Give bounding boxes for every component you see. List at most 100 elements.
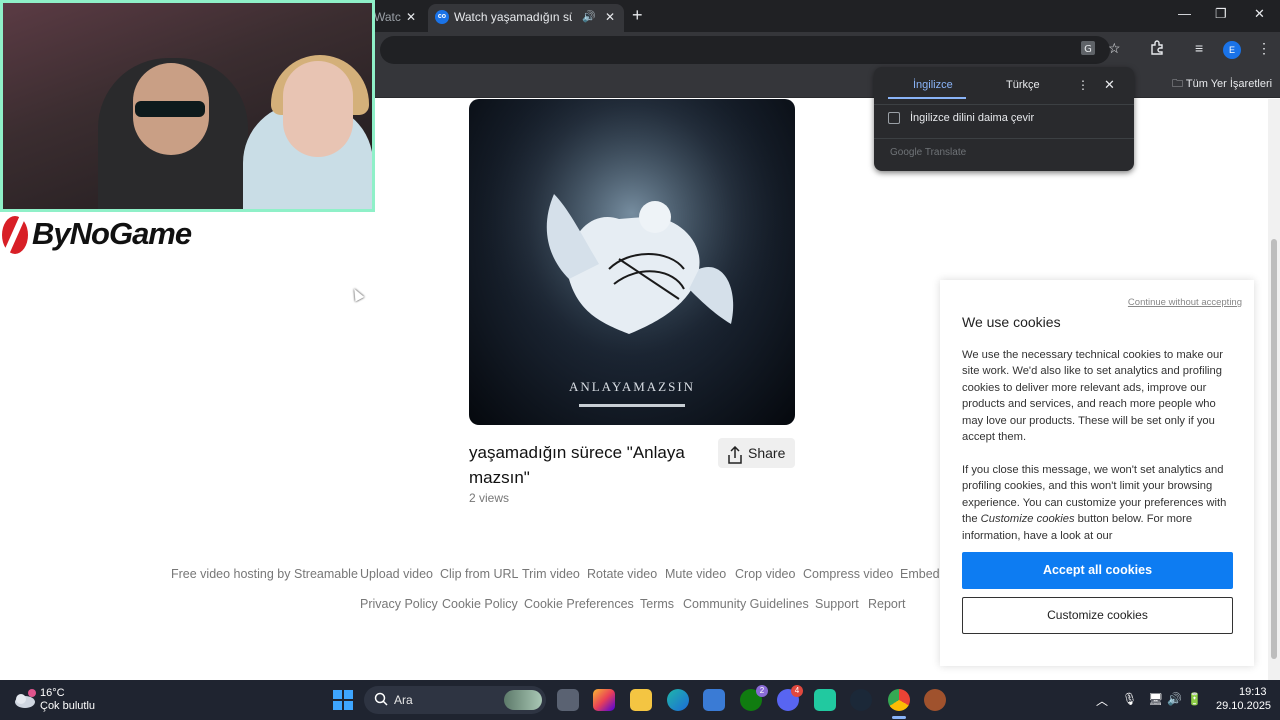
battery-icon[interactable]: 🔋	[1187, 692, 1202, 706]
bynogame-wordmark: ByNoGame	[32, 216, 192, 251]
google-translate-credit: Google Translate	[890, 147, 967, 158]
accept-all-cookies-button[interactable]: Accept all cookies	[962, 552, 1233, 589]
dove-artwork	[469, 99, 795, 425]
svg-text:G: G	[1084, 44, 1092, 55]
video-player[interactable]: ANLAYAMAZSIN	[469, 99, 795, 425]
divider	[874, 104, 1134, 105]
file-explorer-icon[interactable]	[630, 689, 652, 711]
game-app-icon[interactable]	[814, 689, 836, 711]
tab-active-close-icon[interactable]: ✕	[605, 4, 615, 30]
volume-icon[interactable]: 🔊	[1167, 692, 1182, 706]
cookie-paragraph-1: We use the necessary technical cookies t…	[962, 349, 1223, 444]
footer-link[interactable]: Compress video	[803, 567, 893, 581]
all-bookmarks-label: Tüm Yer İşaretleri	[1185, 78, 1273, 90]
footer-link[interactable]: Report	[868, 597, 906, 611]
mouse-cursor-icon	[349, 286, 365, 302]
network-icon[interactable]: 🖥	[1148, 692, 1163, 706]
windows-start-icon[interactable]	[333, 690, 353, 710]
translate-popup: İngilizce Türkçe ⋮ ✕ İngilizce dilini da…	[874, 67, 1134, 171]
footer-link[interactable]: Community Guidelines	[683, 597, 809, 611]
task-view-icon[interactable]	[557, 689, 579, 711]
footer-link[interactable]: Terms	[640, 597, 674, 611]
translate-more-icon[interactable]: ⋮	[1077, 78, 1089, 92]
tab-inactive-title: Watc	[374, 10, 401, 24]
footer-link[interactable]: Crop video	[735, 567, 795, 581]
sunglasses	[135, 101, 205, 117]
cookie-consent-panel: Continue without accepting We use cookie…	[940, 280, 1254, 666]
all-bookmarks-link[interactable]: 🗀 Tüm Yer İşaretleri	[1172, 75, 1272, 94]
cookie-paragraph-2-emphasis: Customize cookies	[980, 513, 1075, 526]
footer-link[interactable]: Upload video	[360, 567, 433, 581]
folder-icon: 🗀	[1172, 78, 1183, 90]
translate-tab-indicator	[888, 97, 966, 99]
guest-face	[283, 61, 353, 157]
microphone-icon[interactable]: 🎙	[1122, 692, 1137, 706]
share-button[interactable]: Share	[718, 438, 795, 468]
translate-close-icon[interactable]: ✕	[1104, 77, 1115, 93]
tab-active-title: Watch yaşamadığın sürece	[454, 10, 572, 24]
edge-icon[interactable]	[667, 689, 689, 711]
tray-overflow-chevron-icon[interactable]: ︿	[1096, 692, 1108, 709]
clock-time[interactable]: 19:13	[1239, 686, 1267, 698]
tab-audio-icon[interactable]: 🔊	[582, 4, 596, 30]
footer-link[interactable]: Clip from URL	[440, 567, 519, 581]
steam-icon[interactable]	[850, 689, 872, 711]
share-icon	[727, 444, 743, 474]
footer-link[interactable]: Cookie Preferences	[524, 597, 634, 611]
footer-link[interactable]: Rotate video	[587, 567, 657, 581]
footer-link[interactable]: Free video hosting by Streamable	[171, 567, 358, 581]
tab-inactive[interactable]: Watc ✕	[370, 4, 426, 30]
thumbnail-caption: ANLAYAMAZSIN	[568, 379, 696, 394]
divider	[874, 138, 1134, 139]
video-views: 2 views	[469, 491, 510, 505]
cookie-paragraph-2: If you close this message, we won't set …	[962, 462, 1238, 544]
translate-icon[interactable]: G	[1080, 40, 1096, 59]
share-label: Share	[748, 445, 786, 461]
maximize-icon[interactable]: ❐	[1215, 6, 1227, 22]
bookmark-star-icon[interactable]: ☆	[1108, 40, 1121, 57]
webcam-overlay	[0, 0, 375, 212]
customize-cookies-button[interactable]: Customize cookies	[962, 597, 1233, 634]
menu-kebab-icon[interactable]: ⋮	[1257, 40, 1271, 57]
avatar-app-icon[interactable]	[924, 689, 946, 711]
continue-without-accepting-link[interactable]: Continue without accepting	[1128, 297, 1242, 308]
cookie-title: We use cookies	[962, 314, 1061, 330]
footer-link[interactable]: Trim video	[522, 567, 580, 581]
copilot-icon[interactable]	[593, 689, 615, 711]
active-app-indicator	[892, 716, 906, 719]
video-title: yaşamadığın sürece "Anlaya mazsın"	[469, 443, 685, 487]
address-bar[interactable]	[380, 36, 1110, 64]
chrome-icon[interactable]	[888, 689, 910, 711]
search-highlight-image	[504, 690, 542, 710]
always-translate-checkbox[interactable]	[888, 112, 900, 124]
translate-tab-source[interactable]: İngilizce	[913, 79, 953, 91]
extensions-icon[interactable]	[1150, 40, 1165, 58]
translate-tab-target[interactable]: Türkçe	[1006, 79, 1040, 91]
tab-active[interactable]: co Watch yaşamadığın sürece 🔊 ✕	[428, 4, 624, 32]
media-controls-icon[interactable]: ≡	[1195, 40, 1203, 56]
footer-link[interactable]: Support	[815, 597, 859, 611]
footer-link[interactable]: Mute video	[665, 567, 726, 581]
search-placeholder: Ara	[394, 693, 413, 707]
minimize-icon[interactable]: —	[1178, 6, 1191, 21]
footer-link[interactable]: Embed	[900, 567, 940, 581]
streamable-favicon-icon: co	[435, 10, 449, 24]
tab-inactive-close-icon[interactable]: ✕	[406, 4, 416, 30]
store-icon[interactable]	[703, 689, 725, 711]
search-icon	[374, 692, 388, 711]
weather-temp: 16°C	[40, 687, 65, 699]
close-window-icon[interactable]: ✕	[1254, 6, 1265, 22]
weather-cloud-icon[interactable]	[12, 688, 36, 710]
always-translate-label[interactable]: İngilizce dilini daima çevir	[910, 112, 1034, 124]
footer-link[interactable]: Cookie Policy	[442, 597, 518, 611]
taskbar-search[interactable]: Ara	[364, 686, 546, 714]
taskbar: 16°C Çok bulutlu Ara 2 4 ︿ 🎙 🖥 🔊 🔋 19:13…	[0, 680, 1280, 720]
footer-link[interactable]: Privacy Policy	[360, 597, 438, 611]
new-tab-icon[interactable]: +	[632, 5, 643, 26]
xbox-badge: 2	[756, 685, 768, 697]
weather-description: Çok bulutlu	[40, 700, 96, 712]
clock-date[interactable]: 29.10.2025	[1216, 700, 1271, 712]
profile-avatar[interactable]: E	[1223, 41, 1241, 59]
page-scrollbar[interactable]	[1268, 99, 1280, 680]
scrollbar-thumb[interactable]	[1271, 239, 1277, 659]
